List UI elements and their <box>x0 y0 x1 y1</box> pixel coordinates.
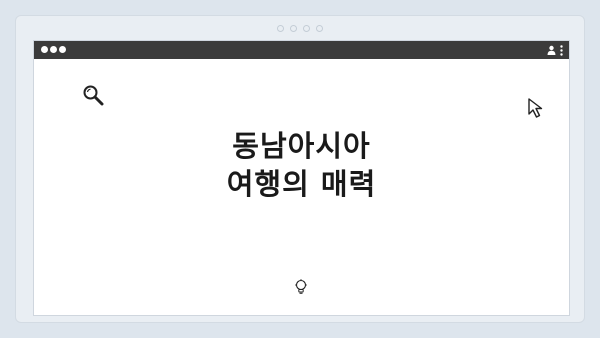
pager-dots <box>0 25 600 32</box>
browser-window: 동남아시아 여행의 매력 <box>33 40 570 316</box>
browser-titlebar <box>34 41 569 59</box>
window-minimize-button[interactable] <box>50 46 57 53</box>
titlebar-controls <box>547 44 563 56</box>
search-icon[interactable] <box>82 84 104 106</box>
cursor-icon <box>526 97 548 119</box>
page-title: 동남아시아 여행의 매력 <box>34 127 569 203</box>
profile-icon[interactable] <box>547 45 556 55</box>
pager-dot[interactable] <box>290 25 297 32</box>
pager-dot[interactable] <box>316 25 323 32</box>
window-close-button[interactable] <box>41 46 48 53</box>
pager-dot[interactable] <box>277 25 284 32</box>
headline-line-1: 동남아시아 <box>232 129 371 163</box>
window-maximize-button[interactable] <box>59 46 66 53</box>
kebab-menu-icon[interactable] <box>560 44 563 56</box>
lightbulb-icon <box>294 279 308 295</box>
slide-stage: 동남아시아 여행의 매력 <box>0 0 600 338</box>
headline-line-2: 여행의 매력 <box>226 167 377 201</box>
pager-dot[interactable] <box>303 25 310 32</box>
